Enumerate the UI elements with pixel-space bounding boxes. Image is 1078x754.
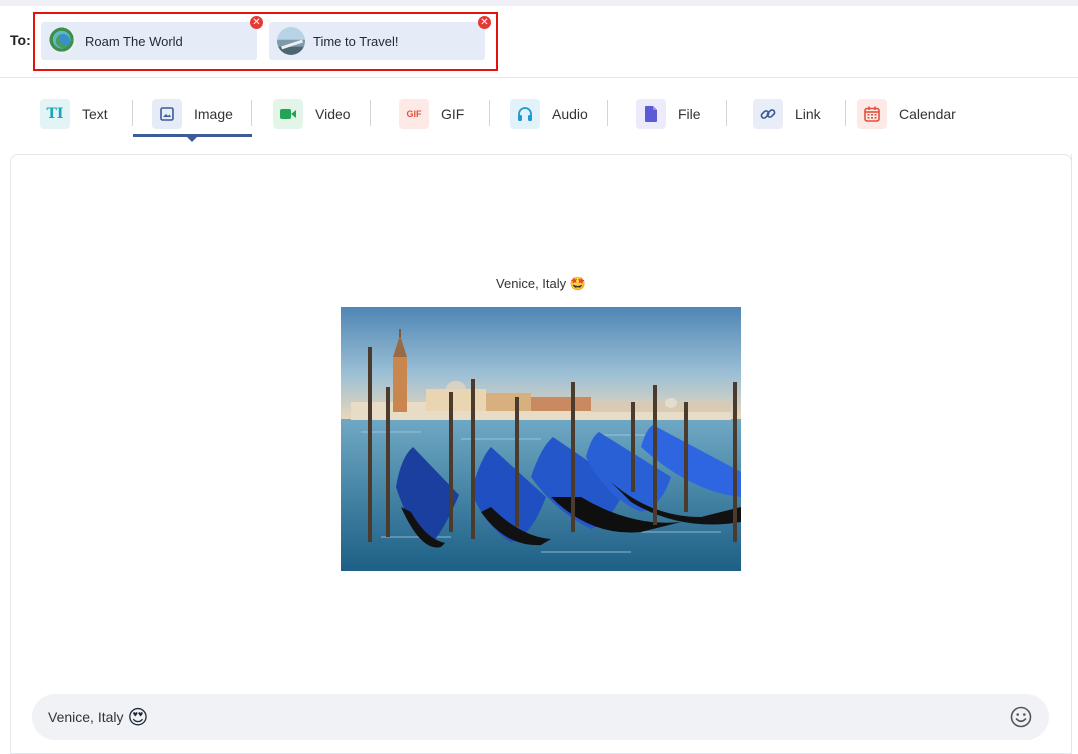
recipient-name: Roam The World xyxy=(85,33,183,49)
tab-label: File xyxy=(678,106,701,122)
calendar-icon xyxy=(857,99,887,129)
divider xyxy=(489,100,490,126)
divider xyxy=(370,100,371,126)
tab-label: Video xyxy=(315,106,351,122)
emoji-picker-icon[interactable] xyxy=(1009,705,1033,729)
tab-label: Image xyxy=(194,106,233,122)
video-icon xyxy=(273,99,303,129)
image-icon xyxy=(152,99,182,129)
gondolas-photo xyxy=(341,307,741,571)
gif-icon: GIF xyxy=(399,99,429,129)
globe-avatar xyxy=(49,27,77,55)
tab-label: Link xyxy=(795,106,821,122)
tab-calendar[interactable]: Calendar xyxy=(857,98,956,130)
remove-recipient-icon[interactable]: ✕ xyxy=(478,16,491,29)
tab-label: Text xyxy=(82,106,108,122)
road-avatar xyxy=(277,27,305,55)
post-type-tabs: TI Text Image Video GIF GIF Audio File L… xyxy=(0,78,1078,148)
tab-label: Calendar xyxy=(899,106,956,122)
divider xyxy=(726,100,727,126)
tab-label: GIF xyxy=(441,106,465,122)
to-label: To: xyxy=(10,32,31,48)
text-format-icon: TI xyxy=(40,99,70,129)
recipient-chip-time-to-travel[interactable]: Time to Travel! ✕ xyxy=(269,16,491,60)
active-tab-caret xyxy=(187,137,197,142)
tab-text[interactable]: TI Text xyxy=(40,98,108,130)
divider xyxy=(251,100,252,126)
divider xyxy=(845,100,846,126)
divider xyxy=(132,100,133,126)
tab-label: Audio xyxy=(552,106,588,122)
recipient-chip-roam-the-world[interactable]: Roam The World ✕ xyxy=(41,16,263,60)
file-icon xyxy=(636,99,666,129)
heart-eyes-emoji: 😍 xyxy=(127,706,149,729)
message-composer[interactable]: Venice, Italy 😍 xyxy=(32,694,1049,740)
divider xyxy=(607,100,608,126)
recipients-row: To: Roam The World ✕ Time to Travel! ✕ xyxy=(0,6,1078,78)
composer-text: Venice, Italy xyxy=(48,709,124,725)
scrollbar[interactable] xyxy=(1071,154,1078,754)
recipient-name: Time to Travel! xyxy=(313,33,399,49)
tab-image[interactable]: Image xyxy=(152,98,233,130)
tab-video[interactable]: Video xyxy=(273,98,351,130)
remove-recipient-icon[interactable]: ✕ xyxy=(250,16,263,29)
tab-audio[interactable]: Audio xyxy=(510,98,588,130)
tab-gif[interactable]: GIF GIF xyxy=(399,98,464,130)
tab-file[interactable]: File xyxy=(636,98,701,130)
post-caption: Venice, Italy 🤩 xyxy=(496,276,586,291)
tab-link[interactable]: Link xyxy=(753,98,821,130)
link-icon xyxy=(753,99,783,129)
headphones-icon xyxy=(510,99,540,129)
